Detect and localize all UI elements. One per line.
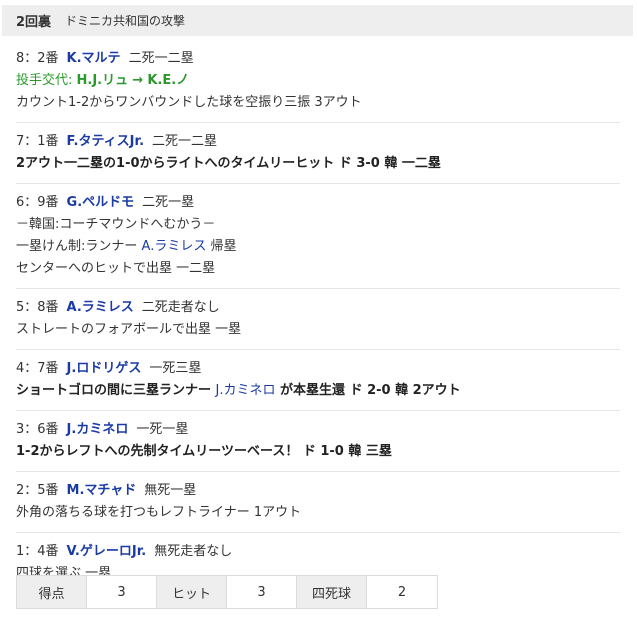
situation-text: 二死一塁 (142, 195, 195, 210)
batter-name-link[interactable]: K.マルテ (67, 51, 121, 66)
play-entry: 3：6番 J.カミネロ 一死一塁 1-2からレフトへの先制タイムリーツーベース！ ド… (16, 411, 620, 472)
arrow-icon: → (132, 73, 144, 88)
runs-value: 3 (87, 576, 157, 608)
batter-line: 3：6番 J.カミネロ 一死一塁 (16, 419, 620, 441)
pitching-change-label: 投手交代: (16, 73, 73, 88)
batter-line: 5：8番 A.ラミレス 二死走者なし (16, 297, 620, 319)
at-bat-number: 2：5番 (16, 483, 59, 498)
at-bat-number: 8：2番 (16, 51, 59, 66)
inning-header: 2回裏 ドミニカ共和国の攻撃 (2, 5, 633, 36)
play-entry: 6：9番 G.ペルドモ 二死一塁 －韓国:コーチマウンドへむかう－ 一塁けん制:ラン… (16, 184, 620, 289)
inning-label: 2回裏 (16, 15, 52, 30)
pitching-change: 投手交代: H.J.リュ → K.E.ノ (16, 70, 620, 92)
pitcher-in-name: K.E.ノ (147, 73, 190, 88)
play-result: カウント1-2からワンバウンドした球を空振り三振 3アウト (16, 95, 362, 110)
play-by-play-panel: 2回裏 ドミニカ共和国の攻撃 8：2番 K.マルテ 二死一二塁 投手交代: H.J.… (0, 0, 637, 619)
walks-label: 四死球 (297, 576, 367, 608)
play-result: 2アウト一二塁の1-0からライトへのタイムリーヒット ド 3-0 韓 一二塁 (16, 156, 441, 171)
at-bat-number: 4：7番 (16, 361, 59, 376)
batter-name-link[interactable]: J.カミネロ (67, 422, 129, 437)
runs-label: 得点 (17, 576, 87, 608)
pitcher-out-name: H.J.リュ (76, 73, 129, 88)
at-bat-number: 7：1番 (16, 134, 59, 149)
batter-name-link[interactable]: F.タティスJr. (67, 134, 144, 149)
batter-name-link[interactable]: G.ペルドモ (67, 195, 135, 210)
batter-name-link[interactable]: J.ロドリゲス (67, 361, 142, 376)
play-result: ストレートのフォアボールで出塁 一塁 (16, 322, 242, 337)
hits-value: 3 (227, 576, 297, 608)
pickoff-line: 一塁けん制:ランナー A.ラミレス 帰塁 (16, 236, 620, 258)
batter-name-link[interactable]: V.ゲレーロJr. (67, 544, 147, 559)
inning-summary-table: 得点 3 ヒット 3 四死球 2 (16, 575, 438, 609)
batter-line: 2：5番 M.マチャド 無死一塁 (16, 480, 620, 502)
batter-name-link[interactable]: A.ラミレス (67, 300, 134, 315)
play-result: 外角の落ちる球を打つもレフトライナー 1アウト (16, 505, 302, 520)
walks-value: 2 (367, 576, 437, 608)
batter-line: 7：1番 F.タティスJr. 二死一二塁 (16, 131, 620, 153)
play-entry: 5：8番 A.ラミレス 二死走者なし ストレートのフォアボールで出塁 一塁 (16, 289, 620, 350)
play-result-part-a: ショートゴロの間に三塁ランナー (16, 383, 212, 398)
play-result: ショートゴロの間に三塁ランナー J.カミネロ が本塁生還 ド 2-0 韓 2アウ… (16, 380, 620, 402)
batter-name-link[interactable]: M.マチャド (67, 483, 137, 498)
play-result: センターへのヒットで出塁 一二塁 (16, 261, 216, 276)
situation-text: 無死走者なし (154, 544, 233, 559)
play-entry: 4：7番 J.ロドリゲス 一死三塁 ショートゴロの間に三塁ランナー J.カミネロ が… (16, 350, 620, 411)
batter-line: 8：2番 K.マルテ 二死一二塁 (16, 48, 620, 70)
hits-label: ヒット (157, 576, 227, 608)
play-entry: 2：5番 M.マチャド 無死一塁 外角の落ちる球を打つもレフトライナー 1アウト (16, 472, 620, 533)
at-bat-number: 5：8番 (16, 300, 59, 315)
situation-text: 二死一二塁 (128, 51, 194, 66)
situation-text: 一死一塁 (136, 422, 189, 437)
pickoff-text: 一塁けん制:ランナー (16, 239, 138, 254)
play-result: 1-2からレフトへの先制タイムリーツーベース！ ド 1-0 韓 三塁 (16, 444, 392, 459)
at-bat-number: 3：6番 (16, 422, 59, 437)
at-bat-number: 1：4番 (16, 544, 59, 559)
play-note: －韓国:コーチマウンドへむかう－ (16, 217, 216, 232)
situation-text: 無死一塁 (144, 483, 197, 498)
situation-text: 二死一二塁 (152, 134, 218, 149)
batter-line: 4：7番 J.ロドリゲス 一死三塁 (16, 358, 620, 380)
runner-name-link[interactable]: A.ラミレス (142, 239, 207, 254)
pickoff-suffix: 帰塁 (210, 239, 237, 254)
situation-text: 一死三塁 (149, 361, 202, 376)
play-entry: 7：1番 F.タティスJr. 二死一二塁 2アウト一二塁の1-0からライトへのタイム… (16, 123, 620, 184)
at-bat-number: 6：9番 (16, 195, 59, 210)
play-result-part-b: が本塁生還 ド 2-0 韓 2アウト (280, 383, 461, 398)
attack-label: ドミニカ共和国の攻撃 (65, 14, 186, 28)
play-entry: 8：2番 K.マルテ 二死一二塁 投手交代: H.J.リュ → K.E.ノ カウント… (16, 40, 620, 123)
runner-name-link[interactable]: J.カミネロ (216, 383, 276, 398)
situation-text: 二死走者なし (141, 300, 220, 315)
play-list: 8：2番 K.マルテ 二死一二塁 投手交代: H.J.リュ → K.E.ノ カウント… (0, 40, 637, 593)
batter-line: 6：9番 G.ペルドモ 二死一塁 (16, 192, 620, 214)
batter-line: 1：4番 V.ゲレーロJr. 無死走者なし (16, 541, 620, 563)
